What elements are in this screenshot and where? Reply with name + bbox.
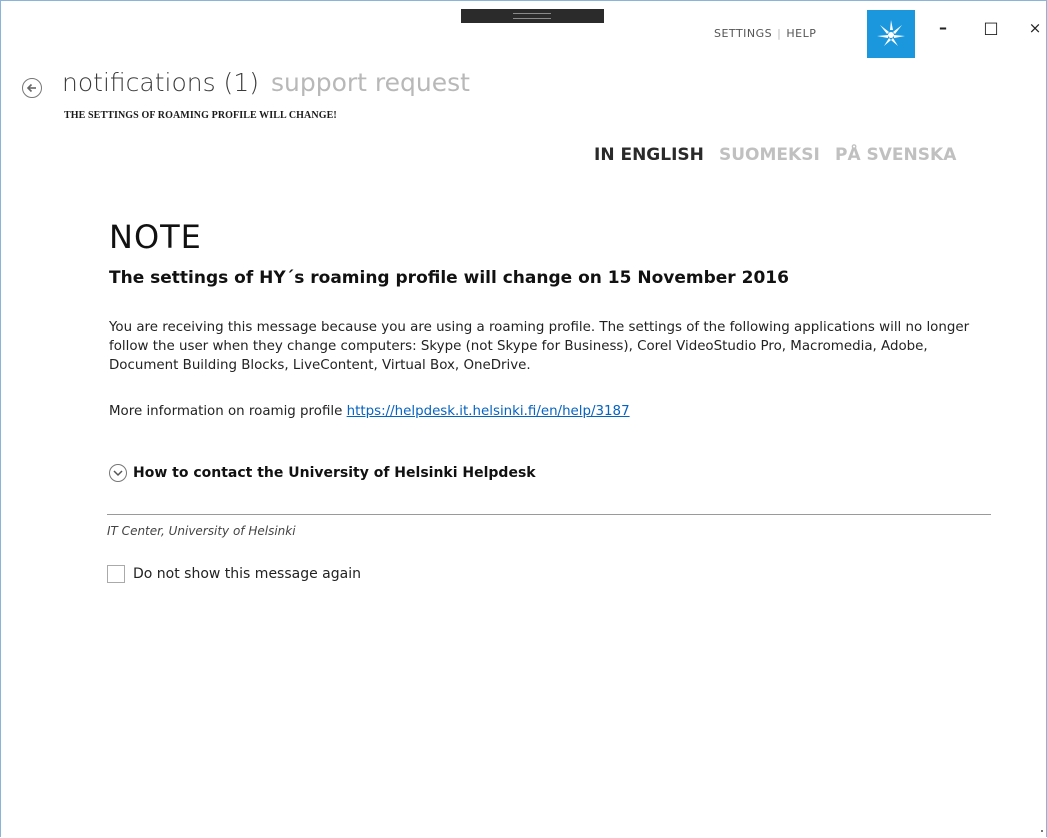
do-not-show-again-row[interactable]: Do not show this message again <box>107 565 361 583</box>
back-button[interactable] <box>22 78 42 98</box>
minimize-button[interactable]: – <box>932 18 954 40</box>
lang-finnish[interactable]: SUOMEKSI <box>719 145 820 165</box>
do-not-show-label: Do not show this message again <box>133 566 361 582</box>
page-subtitle: THE SETTINGS OF ROAMING PROFILE WILL CHA… <box>64 110 337 121</box>
lang-english[interactable]: IN ENGLISH <box>594 145 704 165</box>
lang-swedish[interactable]: PÅ SVENSKA <box>835 145 956 165</box>
close-button[interactable]: × <box>1024 18 1046 40</box>
helpdesk-contact-expander[interactable]: How to contact the University of Helsink… <box>109 464 536 482</box>
resize-grip[interactable] <box>1041 830 1043 832</box>
top-menu: SETTINGS | HELP <box>714 27 816 40</box>
grip-icon <box>513 13 551 19</box>
settings-link[interactable]: SETTINGS <box>714 27 772 40</box>
help-link[interactable]: HELP <box>786 27 816 40</box>
menu-separator: | <box>777 27 782 40</box>
sender-signature: IT Center, University of Helsinki <box>107 524 296 538</box>
tab-notifications[interactable]: notifications (1) <box>62 68 259 97</box>
chevron-down-icon <box>113 470 123 477</box>
message-body: You are receiving this message because y… <box>109 320 970 373</box>
more-info-link[interactable]: https://helpdesk.it.helsinki.fi/en/help/… <box>347 404 630 419</box>
more-info-line: More information on roamig profile https… <box>109 404 630 419</box>
maximize-button[interactable]: □ <box>980 18 1002 40</box>
helsinki-flame-icon <box>877 20 905 46</box>
do-not-show-checkbox[interactable] <box>107 565 125 583</box>
university-logo[interactable] <box>867 10 915 58</box>
expand-circle <box>109 464 127 482</box>
note-heading: NOTE <box>109 218 202 256</box>
window-drag-handle[interactable] <box>461 9 604 23</box>
more-info-text: More information on roamig profile <box>109 404 343 419</box>
divider <box>107 514 991 515</box>
arrow-left-icon <box>26 83 36 93</box>
expander-label: How to contact the University of Helsink… <box>133 465 536 481</box>
tab-support-request[interactable]: support request <box>271 68 470 97</box>
message-headline: The settings of HY´s roaming profile wil… <box>109 268 789 288</box>
